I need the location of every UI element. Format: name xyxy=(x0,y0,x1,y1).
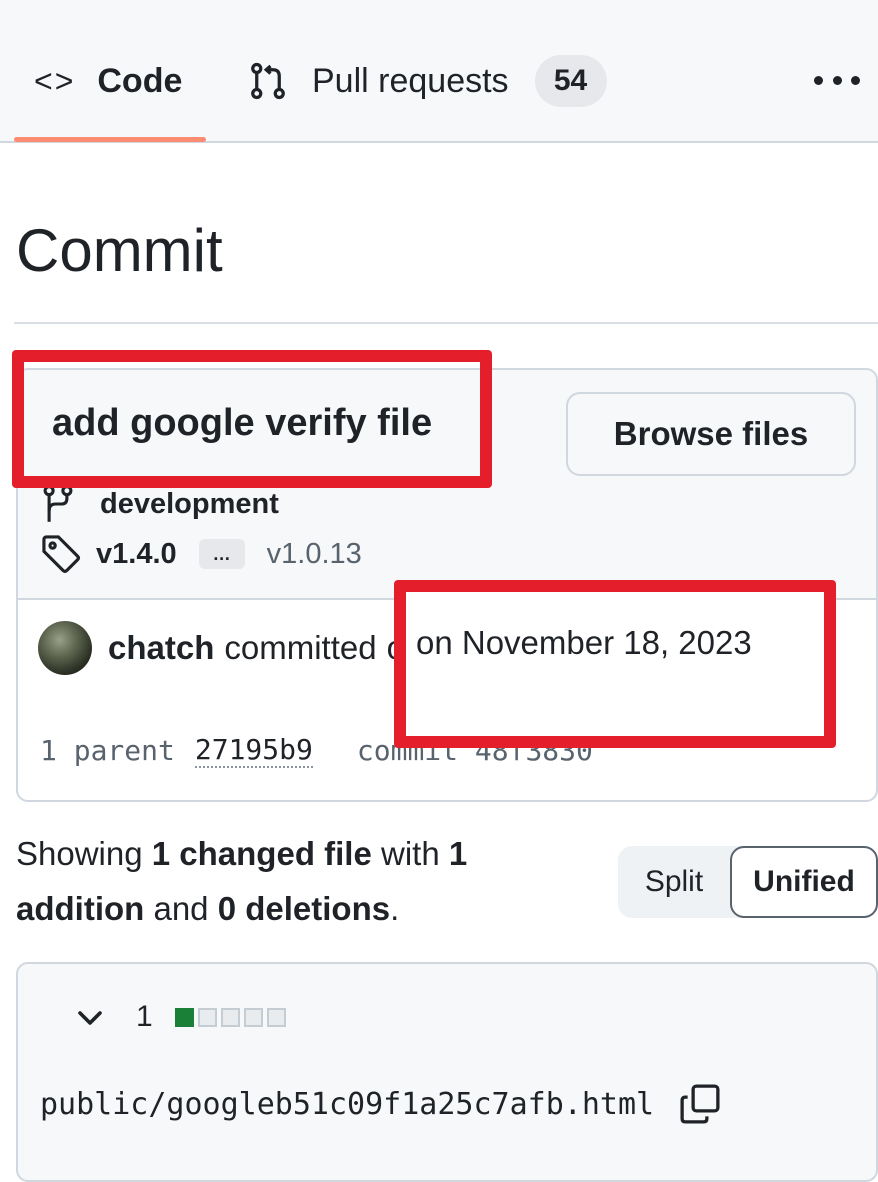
file-diff-header: 1 public/googleb51c09f1a25c7afb.html xyxy=(16,962,878,1182)
tag-other[interactable]: v1.0.13 xyxy=(267,538,362,571)
diff-view-toggle: Split Unified xyxy=(618,846,878,918)
code-icon: <> xyxy=(34,62,76,99)
diffstat-block-addition xyxy=(174,1007,194,1027)
tab-code-label: Code xyxy=(97,61,183,100)
parent-label: 1 parent xyxy=(40,733,175,767)
browse-files-button[interactable]: Browse files xyxy=(566,392,856,476)
diffstat-block-neutral xyxy=(220,1007,240,1027)
summary-deletions: 0 deletions xyxy=(217,890,391,927)
tags-row: v1.4.0 … v1.0.13 xyxy=(40,532,362,576)
branch-name[interactable]: development xyxy=(100,488,279,521)
summary-suffix: . xyxy=(390,890,400,927)
annotation-date-text: on November 18, 2023 xyxy=(416,624,752,661)
active-tab-underline xyxy=(14,137,206,142)
pull-requests-count-badge: 54 xyxy=(534,55,607,107)
diff-summary: Showing 1 changed file with 1 addition a… xyxy=(16,826,576,936)
unified-view-button[interactable]: Unified xyxy=(730,846,878,918)
annotation-box-commit-date xyxy=(394,580,836,748)
git-pull-request-icon xyxy=(251,62,285,100)
diffstat-block-neutral xyxy=(243,1007,263,1027)
avatar[interactable] xyxy=(38,621,92,675)
kebab-horizontal-icon[interactable] xyxy=(814,68,860,92)
copy-icon[interactable] xyxy=(678,1082,722,1126)
tag-icon xyxy=(42,535,81,574)
file-stats: 1 xyxy=(74,994,290,1040)
summary-changed-files: 1 changed file xyxy=(151,835,372,872)
file-path-row: public/googleb51c09f1a25c7afb.html xyxy=(40,1076,722,1132)
title-divider xyxy=(14,322,878,324)
summary-with: with xyxy=(371,835,449,872)
commit-action: committed xyxy=(224,629,377,666)
tab-code[interactable]: <> Code xyxy=(34,52,182,110)
branch-row: development xyxy=(40,482,279,526)
annotation-box-commit-message xyxy=(12,350,492,488)
chevron-down-icon[interactable] xyxy=(74,1001,106,1033)
git-branch-icon xyxy=(43,485,73,522)
repo-nav: <> Code Pull requests 54 xyxy=(0,0,878,143)
file-changes-count: 1 xyxy=(136,1000,153,1033)
summary-prefix: Showing xyxy=(16,835,152,872)
author-name[interactable]: chatch xyxy=(108,629,214,667)
tab-pull-requests[interactable]: Pull requests 54 xyxy=(248,52,607,110)
diffstat-block-neutral xyxy=(197,1007,217,1027)
file-path[interactable]: public/googleb51c09f1a25c7afb.html xyxy=(40,1087,654,1122)
summary-and: and xyxy=(144,890,218,927)
tab-pull-requests-label: Pull requests xyxy=(312,61,509,100)
tag-main[interactable]: v1.4.0 xyxy=(96,538,177,571)
split-view-button[interactable]: Split xyxy=(618,846,730,918)
tags-expand-button[interactable]: … xyxy=(198,539,245,569)
diffstat-bars xyxy=(174,1007,290,1027)
diffstat-block-neutral xyxy=(266,1007,286,1027)
parent-sha-link[interactable]: 27195b9 xyxy=(194,733,313,768)
page-title: Commit xyxy=(16,217,223,284)
